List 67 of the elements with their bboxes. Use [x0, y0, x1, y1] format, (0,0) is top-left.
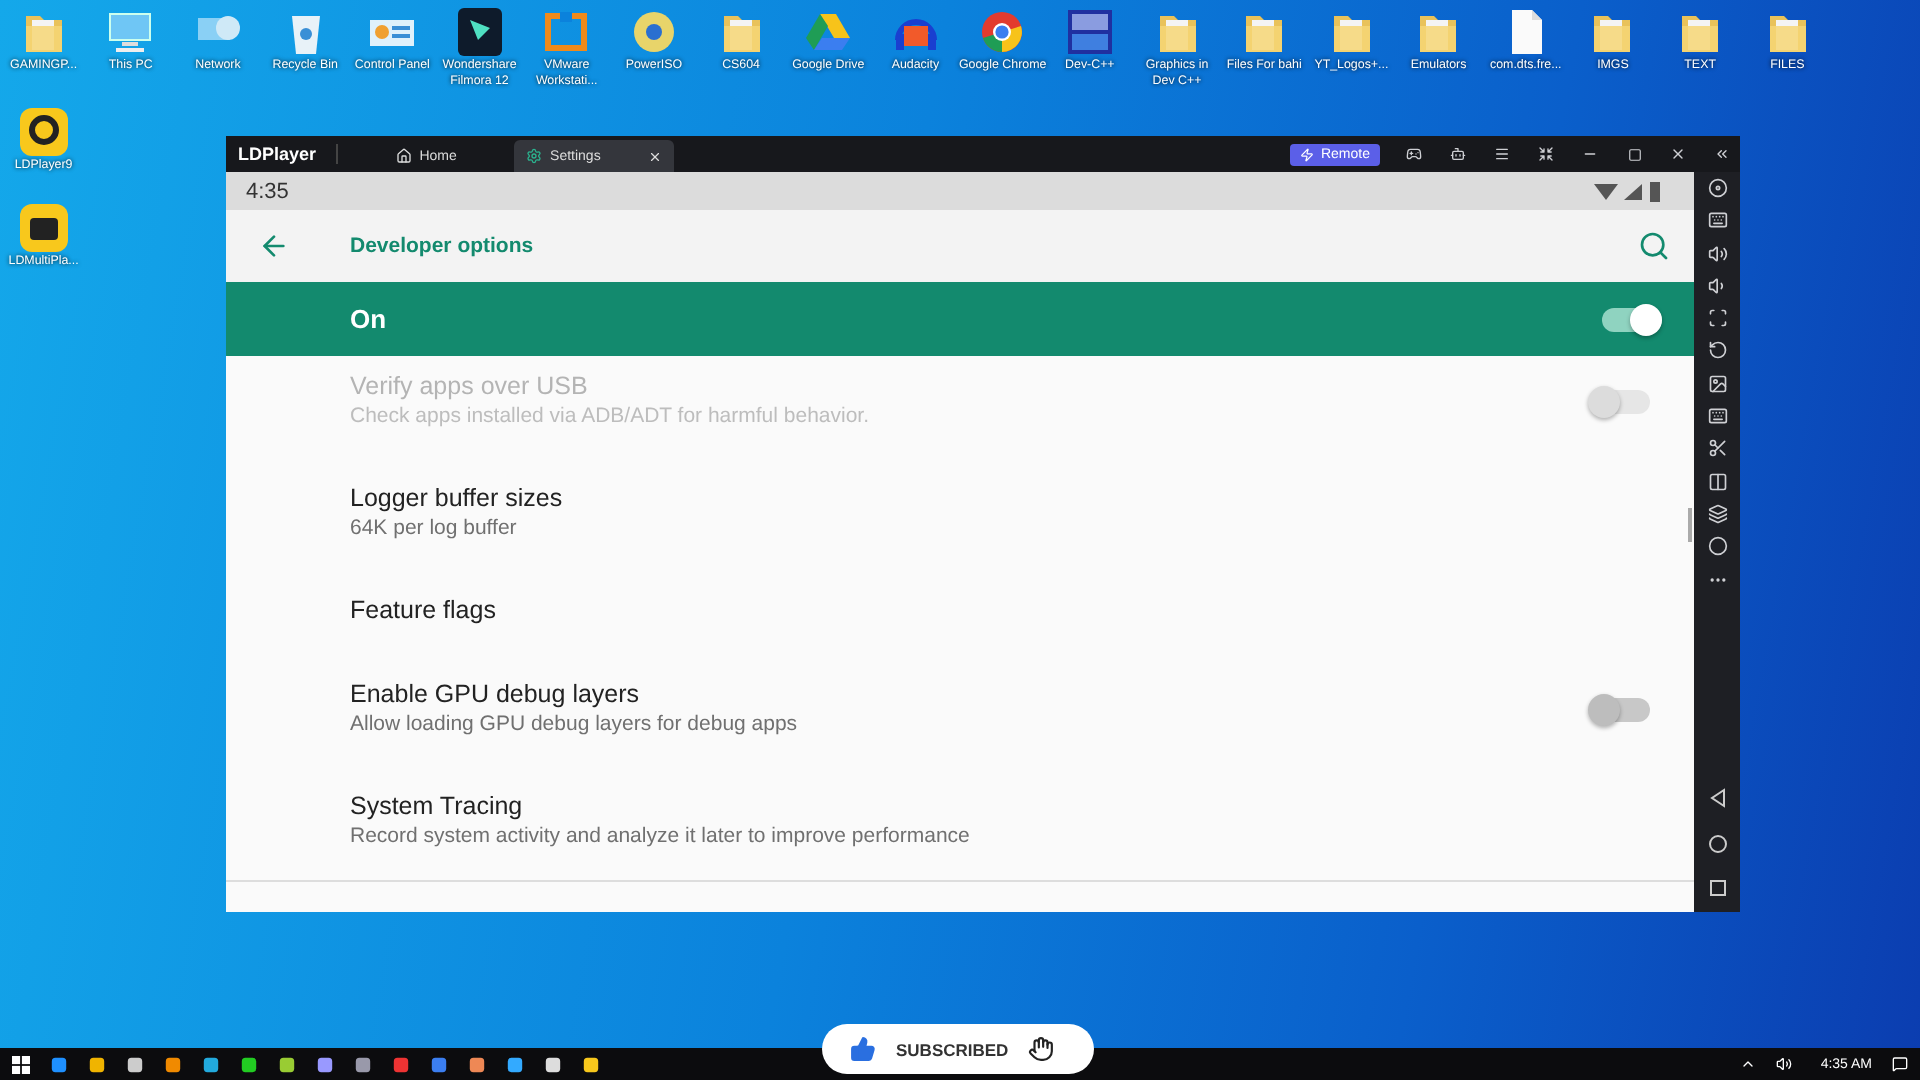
- setting-description: Check apps installed via ADB/ADT for harmful behavior.: [350, 402, 870, 432]
- lightning-icon: [1300, 147, 1315, 161]
- app-icon: [1065, 6, 1114, 58]
- taskbar-app-icon[interactable]: [126, 1055, 144, 1073]
- gamepad-icon[interactable]: [1406, 146, 1422, 162]
- badge-label: SUBSCRIBED: [896, 1039, 1009, 1059]
- browser-icon: [978, 6, 1027, 58]
- scrollbar[interactable]: [1688, 508, 1692, 542]
- rotate-icon[interactable]: [1707, 340, 1727, 361]
- home-icon: [395, 148, 412, 164]
- volume-icon[interactable]: [1776, 1056, 1793, 1072]
- tray-expand-icon[interactable]: [1740, 1056, 1757, 1072]
- toggle-switch[interactable]: [1590, 697, 1650, 721]
- taskbar-app-icon[interactable]: [468, 1055, 486, 1073]
- back-icon[interactable]: [1707, 788, 1727, 809]
- taskbar-app-icon[interactable]: [582, 1055, 600, 1073]
- robot-icon[interactable]: [1450, 146, 1466, 162]
- taskbar-app-icon[interactable]: [50, 1055, 68, 1073]
- taskbar-app-icon[interactable]: [316, 1055, 334, 1073]
- taskbar-app-icon[interactable]: [240, 1055, 258, 1073]
- taskbar-app-icon[interactable]: [202, 1055, 220, 1073]
- disc-icon: [629, 6, 678, 58]
- scissors-icon[interactable]: [1707, 438, 1727, 459]
- keyboard-icon[interactable]: [1707, 406, 1727, 427]
- taskbar-app-icon[interactable]: [544, 1055, 562, 1073]
- close-icon[interactable]: [648, 149, 663, 163]
- thumbs-up-icon: [850, 1036, 876, 1062]
- setting-title[interactable]: System Tracing: [350, 790, 970, 822]
- close-icon[interactable]: [1670, 146, 1686, 162]
- toggle-switch[interactable]: [1602, 307, 1662, 331]
- setting-title[interactable]: Feature flags: [350, 594, 496, 626]
- notifications-icon[interactable]: [1892, 1056, 1908, 1072]
- windows-start-icon[interactable]: [12, 1055, 30, 1073]
- resize-icon[interactable]: [1538, 146, 1554, 162]
- volume-up-icon[interactable]: [1707, 243, 1727, 264]
- app-logo: LDPlayer: [234, 144, 339, 164]
- app-icon: [17, 106, 70, 158]
- setting-description: Record system activity and analyze it later to improve performance: [350, 822, 970, 852]
- split-screen-icon[interactable]: [1707, 471, 1727, 492]
- setting-title[interactable]: Enable GPU debug layers: [350, 678, 798, 710]
- taskbar-app-icon[interactable]: [164, 1055, 182, 1073]
- switch-label: On: [350, 304, 387, 334]
- screen-title: Developer options: [350, 234, 534, 258]
- setting-title[interactable]: Logger buffer sizes: [350, 482, 563, 514]
- app-icon: [17, 202, 70, 254]
- taskbar-app-icon[interactable]: [88, 1055, 106, 1073]
- home-circle-icon[interactable]: [1707, 833, 1727, 854]
- setting-description: 64K per log buffer: [350, 514, 519, 544]
- keyboard-icon[interactable]: [1707, 210, 1727, 231]
- menu-icon[interactable]: [1494, 146, 1510, 162]
- taskbar-app-icon[interactable]: [278, 1055, 296, 1073]
- collapse-icon[interactable]: [1714, 146, 1730, 162]
- taskbar-app-icon[interactable]: [506, 1055, 524, 1073]
- search-icon[interactable]: [1638, 230, 1670, 262]
- maximize-icon[interactable]: [1627, 147, 1641, 161]
- status-time: 4:35: [246, 179, 289, 203]
- record-icon[interactable]: [1707, 178, 1727, 198]
- app-icon: [455, 6, 504, 58]
- taskbar-app-icon[interactable]: [354, 1055, 372, 1073]
- settings-icon: [526, 148, 543, 164]
- setting-description: Allow loading GPU debug layers for debug apps: [350, 710, 798, 740]
- scan-icon[interactable]: [1707, 308, 1727, 329]
- layers-icon[interactable]: [1707, 503, 1727, 524]
- image-icon[interactable]: [1707, 373, 1727, 394]
- hand-cursor-icon: [1028, 1036, 1055, 1062]
- recents-icon[interactable]: [1707, 878, 1727, 898]
- volume-down-icon[interactable]: [1707, 275, 1727, 296]
